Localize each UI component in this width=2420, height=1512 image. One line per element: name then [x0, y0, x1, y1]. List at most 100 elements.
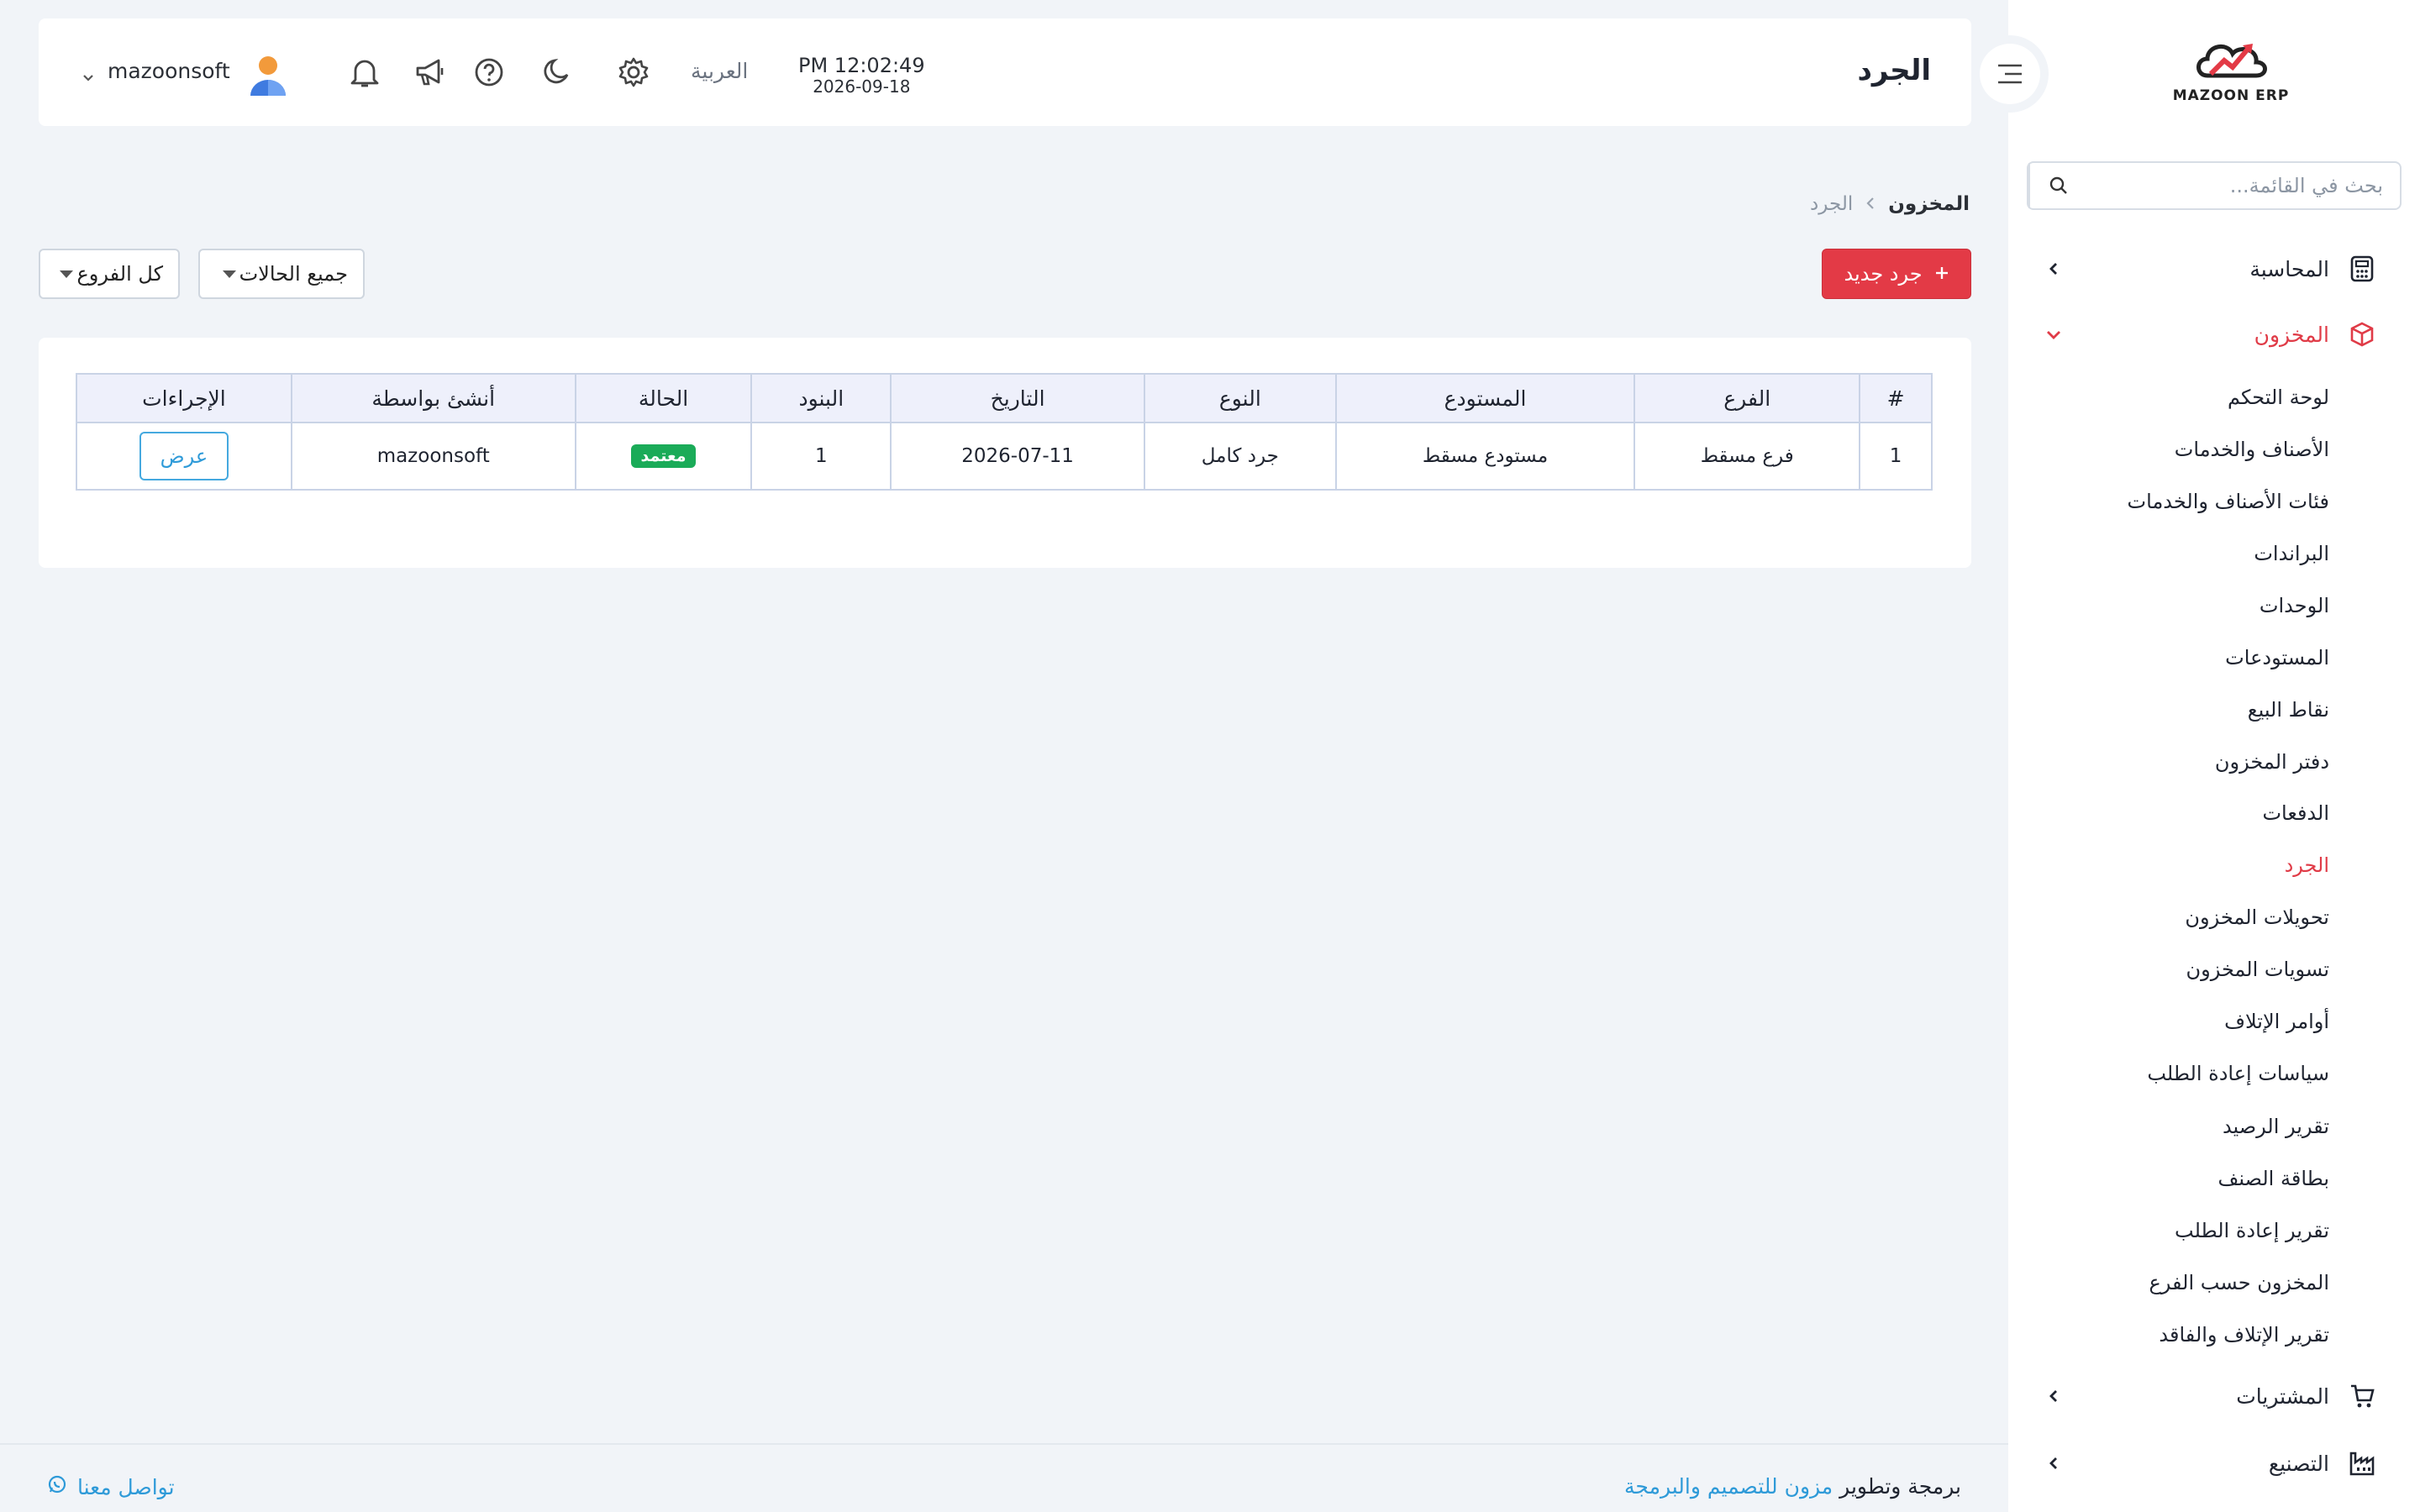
plus-icon: [1934, 262, 1949, 286]
sidebar-item-categories[interactable]: فئات الأصناف والخدمات: [2128, 485, 2329, 518]
sidebar-item-adjustments[interactable]: تسويات المخزون: [2186, 953, 2329, 986]
column-header-branch: الفرع: [1634, 373, 1861, 423]
sidebar-item-balance-report[interactable]: تقرير الرصيد: [2223, 1110, 2329, 1143]
cell-warehouse: مستودع مسقط: [1334, 422, 1636, 491]
top-header: [39, 18, 1971, 126]
logo-icon: [2196, 44, 2267, 78]
column-header-created-by: أنشئ بواسطة: [290, 373, 576, 423]
sidebar-search: [2027, 161, 2402, 210]
status-badge: معتمد: [630, 444, 697, 468]
contact-link[interactable]: تواصل معنا: [47, 1474, 175, 1499]
column-header-type: النوع: [1143, 373, 1337, 423]
whatsapp-icon: [47, 1474, 67, 1499]
cell-number: 1: [1859, 422, 1933, 491]
sidebar-item-pos[interactable]: نقاط البيع: [2248, 693, 2329, 727]
cell-status: معتمد: [574, 422, 753, 491]
caret-down-icon: [60, 270, 74, 278]
sidebar-item-brands[interactable]: البراندات: [2254, 537, 2329, 570]
sidebar-item-stocktake[interactable]: الجرد: [2285, 848, 2329, 882]
language-switch[interactable]: العربية: [691, 59, 748, 83]
view-button[interactable]: عرض: [139, 432, 229, 480]
breadcrumb-parent[interactable]: المخزون: [1888, 193, 1970, 215]
cell-date: 2026-07-11: [890, 422, 1145, 491]
sidebar-search-input[interactable]: [2087, 163, 2400, 208]
logo[interactable]: MAZOON ERP: [2168, 32, 2294, 116]
stocktake-table: # الفرع المستودع النوع التاريخ البنود ال…: [76, 373, 1933, 491]
cell-type: جرد كامل: [1143, 422, 1337, 491]
branch-filter-value: كل الفروع: [76, 262, 163, 286]
cell-created-by: mazoonsoft: [290, 422, 576, 491]
gear-icon[interactable]: [615, 54, 652, 91]
logo-text: MAZOON ERP: [2172, 87, 2290, 104]
sidebar-item-items-services[interactable]: الأصناف والخدمات: [2175, 433, 2329, 466]
sidebar-group-manufacturing[interactable]: التصنيع: [2008, 1436, 2420, 1490]
box-icon: [2348, 320, 2376, 349]
megaphone-icon[interactable]: [412, 54, 449, 91]
chevron-left-icon: [1865, 194, 1876, 215]
sidebar-group-label: المخزون: [2254, 322, 2329, 347]
column-header-status: الحالة: [574, 373, 753, 423]
sidebar-group-accounting[interactable]: المحاسبة: [2008, 242, 2420, 296]
sidebar-item-dashboard[interactable]: لوحة التحكم: [2228, 381, 2329, 414]
clock-time: PM 12:02:49: [798, 54, 925, 77]
avatar[interactable]: [247, 54, 289, 97]
sidebar-item-reorder-policies[interactable]: سياسات إعادة الطلب: [2147, 1057, 2329, 1090]
chevron-left-icon: [2044, 259, 2064, 279]
column-header-actions: الإجراءات: [76, 373, 292, 423]
column-header-warehouse: المستودع: [1334, 373, 1636, 423]
search-icon[interactable]: [2028, 163, 2087, 208]
help-icon[interactable]: [471, 54, 508, 91]
cell-branch: فرع مسقط: [1634, 422, 1861, 491]
sidebar-item-disposal-report[interactable]: تقرير الإتلاف والفاقد: [2159, 1318, 2329, 1352]
moon-icon[interactable]: [538, 54, 575, 91]
cart-icon: [2348, 1382, 2376, 1410]
table-header-row: # الفرع المستودع النوع التاريخ البنود ال…: [76, 373, 1933, 423]
sidebar-item-batches[interactable]: الدفعات: [2262, 796, 2329, 830]
status-filter-select[interactable]: جميع الحالات: [198, 249, 365, 299]
factory-icon: [2348, 1449, 2376, 1478]
chevron-left-icon: [2044, 1453, 2064, 1473]
bell-icon[interactable]: [346, 54, 383, 91]
sidebar-group-label: التصنيع: [2268, 1451, 2329, 1476]
column-header-items: البنود: [750, 373, 892, 423]
column-header-date: التاريخ: [890, 373, 1145, 423]
new-stocktake-label: جرد جديد: [1844, 262, 1923, 286]
chevron-left-icon: [2044, 1386, 2064, 1406]
sidebar-item-item-card[interactable]: بطاقة الصنف: [2217, 1162, 2329, 1195]
clock: PM 12:02:49 2026-09-18: [798, 54, 925, 96]
contact-label: تواصل معنا: [77, 1474, 175, 1499]
menu-toggle-button[interactable]: [1971, 35, 2049, 113]
footer-brand-link[interactable]: مزون للتصميم والبرمجة: [1624, 1474, 1833, 1499]
user-name[interactable]: mazoonsoft: [108, 59, 230, 83]
sidebar-group-label: المحاسبة: [2249, 256, 2329, 281]
cell-actions: عرض: [76, 422, 292, 491]
calculator-icon: [2348, 255, 2376, 283]
sidebar-item-reorder-report[interactable]: تقرير إعادة الطلب: [2175, 1214, 2329, 1247]
menu-icon: [1998, 64, 2022, 84]
clock-date: 2026-09-18: [813, 76, 911, 97]
footer-credit: برمجة وتطوير مزون للتصميم والبرمجة: [1624, 1474, 1961, 1499]
chevron-down-icon: [2044, 324, 2064, 344]
sidebar-item-stock-ledger[interactable]: دفتر المخزون: [2215, 745, 2329, 779]
footer-credit-prefix: برمجة وتطوير: [1839, 1474, 1961, 1499]
sidebar-item-transfers[interactable]: تحويلات المخزون: [2185, 900, 2329, 934]
sidebar-item-units[interactable]: الوحدات: [2260, 589, 2329, 622]
sidebar: MAZOON ERP المحاسبة المخزون لوحة التحكم …: [2008, 0, 2420, 1512]
caret-down-icon: [222, 270, 236, 278]
sidebar-group-label: المشتريات: [2236, 1383, 2329, 1409]
page-title: الجرد: [1857, 54, 1931, 87]
sidebar-group-purchases[interactable]: المشتريات: [2008, 1369, 2420, 1423]
new-stocktake-button[interactable]: جرد جديد: [1822, 249, 1971, 299]
status-filter-value: جميع الحالات: [239, 262, 348, 286]
cell-items: 1: [750, 422, 892, 491]
sidebar-group-inventory[interactable]: المخزون: [2008, 307, 2420, 361]
chevron-down-icon[interactable]: [81, 67, 96, 82]
sidebar-item-warehouses[interactable]: المستودعات: [2225, 641, 2329, 675]
sidebar-item-disposal-orders[interactable]: أوامر الإتلاف: [2224, 1005, 2329, 1038]
breadcrumb-current: الجرد: [1810, 193, 1854, 215]
table-row: 1 فرع مسقط مستودع مسقط جرد كامل 2026-07-…: [76, 422, 1933, 491]
column-header-number: #: [1859, 373, 1933, 423]
branch-filter-select[interactable]: كل الفروع: [39, 249, 180, 299]
sidebar-item-stock-by-branch[interactable]: المخزون حسب الفرع: [2149, 1266, 2329, 1299]
breadcrumb: المخزون الجرد: [1810, 193, 1970, 215]
